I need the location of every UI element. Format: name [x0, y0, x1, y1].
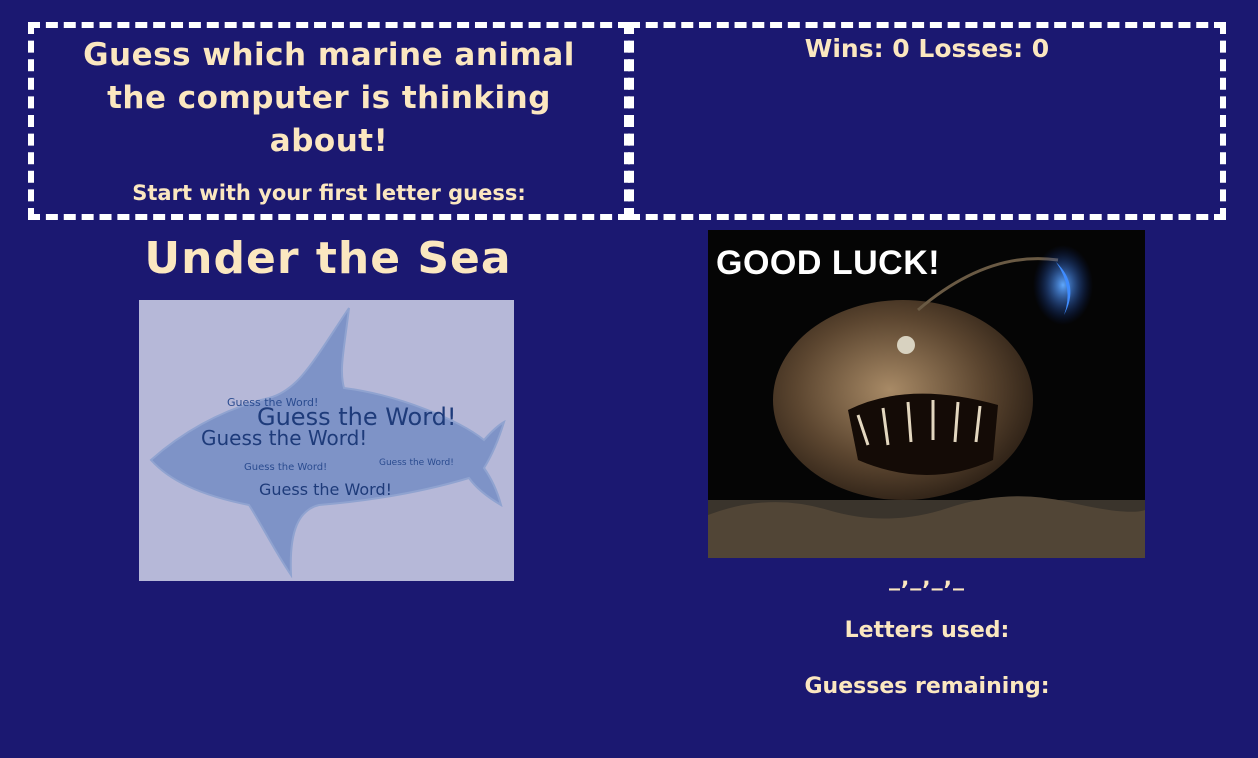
shark-word-cloud-image: Guess the Word! Guess the Word! Guess th… [139, 300, 514, 581]
instructions-panel: Guess which marine animal the computer i… [28, 22, 630, 220]
anglerfish-image: GOOD LUCK! [708, 230, 1145, 558]
good-luck-caption: GOOD LUCK! [716, 244, 941, 282]
shark-silhouette-icon: Guess the Word! Guess the Word! Guess th… [149, 307, 506, 579]
shark-big-text-2: Guess the Word! [201, 426, 367, 450]
letters-used-label: Letters used: [844, 618, 1010, 643]
shark-small-text-1: Guess the Word! [227, 396, 318, 409]
score-panel: Wins: 0 Losses: 0 [628, 22, 1226, 220]
first-guess-prompt: Start with your first letter guess: [132, 181, 526, 205]
instructions-headline: Guess which marine animal the computer i… [83, 37, 575, 159]
shark-big-text-3: Guess the Word! [259, 480, 392, 499]
word-blanks: _,_,_,_ [888, 566, 966, 591]
shark-small-text-3: Guess the Word! [379, 458, 454, 468]
shark-small-text-2: Guess the Word! [244, 462, 327, 473]
page-title: Under the Sea [144, 233, 512, 284]
score-text: Wins: 0 Losses: 0 [804, 34, 1050, 63]
guesses-remaining-label: Guesses remaining: [804, 674, 1050, 699]
